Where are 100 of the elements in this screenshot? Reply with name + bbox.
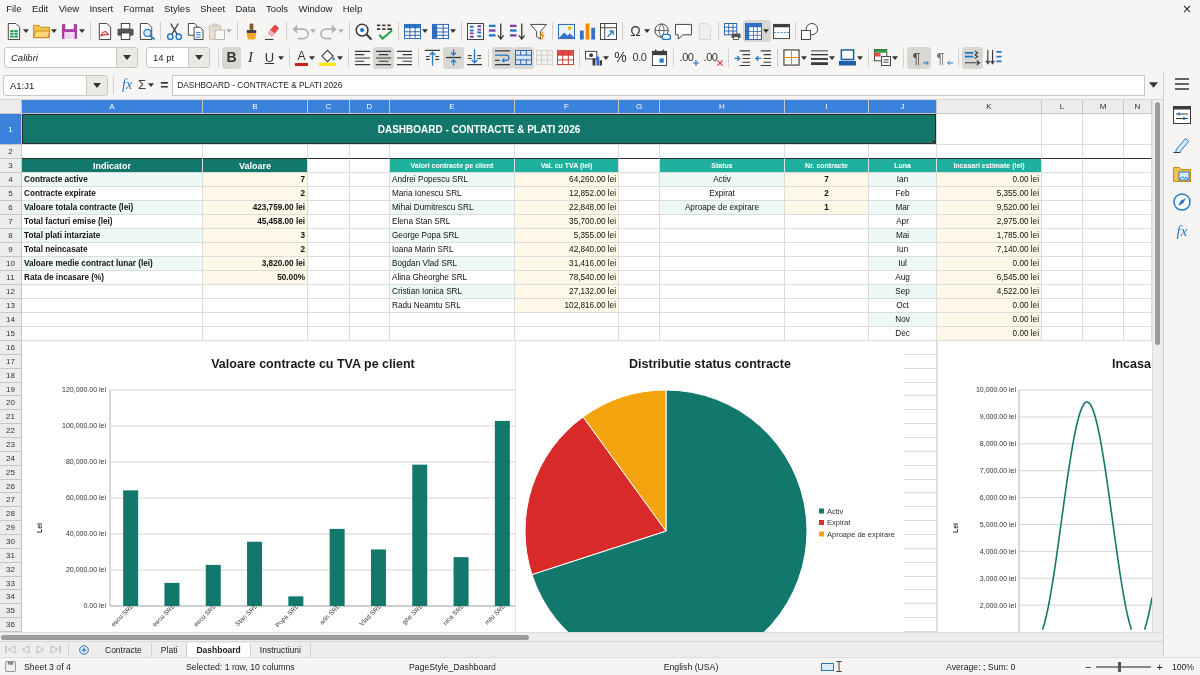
dropdown-button[interactable]: [188, 48, 209, 67]
name-box[interactable]: A1:J1: [3, 74, 108, 96]
text-cursor-icon[interactable]: [836, 661, 842, 672]
selection-mode-icon[interactable]: [821, 662, 834, 671]
zoom-out-button[interactable]: −: [1083, 659, 1094, 674]
row-header[interactable]: 6: [0, 201, 22, 215]
row-header[interactable]: 13: [0, 299, 22, 313]
column-header[interactable]: D: [350, 100, 390, 114]
row-header[interactable]: 4: [0, 173, 22, 187]
horizontal-scrollbar[interactable]: [1, 634, 529, 640]
menu-item[interactable]: Data: [230, 1, 261, 17]
row-header[interactable]: 30: [0, 535, 22, 549]
menu-item[interactable]: Tools: [260, 1, 294, 17]
borders-button[interactable]: [781, 46, 809, 69]
wrap-text-button[interactable]: [492, 46, 513, 69]
column-header[interactable]: M: [1083, 100, 1124, 114]
compass-icon[interactable]: [1173, 193, 1191, 211]
row-header[interactable]: 29: [0, 521, 22, 536]
italic-button[interactable]: I: [241, 46, 260, 69]
functions-tab[interactable]: fx: [1174, 222, 1190, 240]
row-header[interactable]: 1: [0, 114, 22, 145]
row-header[interactable]: 11: [0, 271, 22, 285]
sheet-tab[interactable]: Dashboard: [187, 642, 251, 657]
menu-item[interactable]: Styles: [158, 1, 196, 17]
align-center-button[interactable]: [373, 46, 394, 69]
cut-button[interactable]: [164, 20, 185, 42]
zoom-in-button[interactable]: +: [1154, 659, 1165, 674]
row-header[interactable]: 36: [0, 618, 22, 632]
column-header[interactable]: F: [515, 100, 619, 114]
sum-button[interactable]: Σ: [136, 76, 157, 94]
menu-item[interactable]: View: [53, 1, 85, 17]
menu-item[interactable]: Format: [118, 1, 159, 17]
right-to-left-button[interactable]: ¶: [931, 46, 955, 69]
close-button[interactable]: ×: [1178, 2, 1195, 16]
highlighting-button[interactable]: [317, 46, 345, 69]
sort-button[interactable]: [465, 20, 486, 42]
dropdown-button[interactable]: [86, 75, 107, 95]
expand-caret-icon[interactable]: [1149, 82, 1158, 88]
number-format-button[interactable]: 0.0: [630, 46, 649, 69]
row-header[interactable]: 3: [0, 159, 22, 173]
fill-handle-icon[interactable]: [932, 140, 936, 144]
row-header[interactable]: 23: [0, 438, 22, 452]
row-header[interactable]: 14: [0, 313, 22, 327]
dropdown-button[interactable]: [116, 48, 137, 67]
zoom-slider-thumb[interactable]: [1118, 661, 1122, 672]
conditional-format-button[interactable]: [872, 46, 900, 69]
copy-button[interactable]: [185, 20, 206, 42]
menu-item[interactable]: Help: [337, 1, 368, 17]
font-color-button[interactable]: A: [293, 46, 317, 69]
column-header[interactable]: E: [390, 100, 515, 114]
menu-item[interactable]: File: [1, 1, 27, 17]
freeze-panes-button[interactable]: [743, 20, 771, 42]
column-header[interactable]: I: [785, 100, 869, 114]
row-header[interactable]: 10: [0, 257, 22, 271]
row-header[interactable]: 21: [0, 410, 22, 425]
sort-ascending-button[interactable]: [486, 20, 507, 42]
add-decimal-button[interactable]: .00: [677, 46, 701, 69]
align-middle-button[interactable]: [443, 46, 464, 69]
delete-decimal-button[interactable]: .00: [701, 46, 725, 69]
row-header[interactable]: 35: [0, 604, 22, 619]
menu-item[interactable]: Window: [293, 1, 338, 17]
special-character-button[interactable]: Ω: [626, 20, 652, 42]
row-header[interactable]: 7: [0, 215, 22, 229]
row-header[interactable]: 22: [0, 424, 22, 438]
row-header[interactable]: 5: [0, 187, 22, 201]
font-size-field[interactable]: 14 pt: [146, 47, 210, 68]
row-header[interactable]: 8: [0, 229, 22, 243]
column-header[interactable]: J: [869, 100, 937, 114]
underline-button[interactable]: U: [260, 46, 286, 69]
font-name-field[interactable]: Calibri: [4, 47, 138, 68]
draw-functions-button[interactable]: [799, 20, 820, 42]
bold-button[interactable]: B: [222, 46, 241, 69]
border-color-button[interactable]: [837, 46, 865, 69]
percent-format-button[interactable]: %: [611, 46, 630, 69]
formula-button[interactable]: =: [158, 76, 171, 94]
row-header[interactable]: 28: [0, 507, 22, 522]
function-wizard-button[interactable]: fx: [120, 76, 135, 94]
pen-icon[interactable]: [1173, 135, 1191, 153]
print-button[interactable]: [115, 20, 136, 42]
menu-item[interactable]: Edit: [26, 1, 54, 17]
column-header[interactable]: C: [308, 100, 350, 114]
menu-icon[interactable]: [1173, 75, 1191, 93]
menu-item[interactable]: Sheet: [195, 1, 231, 17]
menu-item[interactable]: Insert: [84, 1, 119, 17]
pivot-table-button[interactable]: [598, 20, 619, 42]
properties-icon[interactable]: [1173, 106, 1191, 124]
column-header[interactable]: N: [1124, 100, 1152, 114]
column-header[interactable]: G: [619, 100, 660, 114]
left-to-right-button[interactable]: ¶: [907, 46, 931, 69]
column-header[interactable]: L: [1042, 100, 1083, 114]
merge-center-button[interactable]: [513, 46, 534, 69]
column-header[interactable]: H: [660, 100, 785, 114]
text-left-to-right-button[interactable]: [962, 46, 983, 69]
row-header[interactable]: 12: [0, 285, 22, 299]
row-header[interactable]: 16: [0, 341, 22, 355]
column-header[interactable]: B: [203, 100, 308, 114]
insert-chart-button[interactable]: [577, 20, 598, 42]
column-header[interactable]: K: [937, 100, 1042, 114]
date-format-button[interactable]: [649, 46, 670, 69]
sheet-tab[interactable]: Instructiuni: [250, 642, 311, 657]
